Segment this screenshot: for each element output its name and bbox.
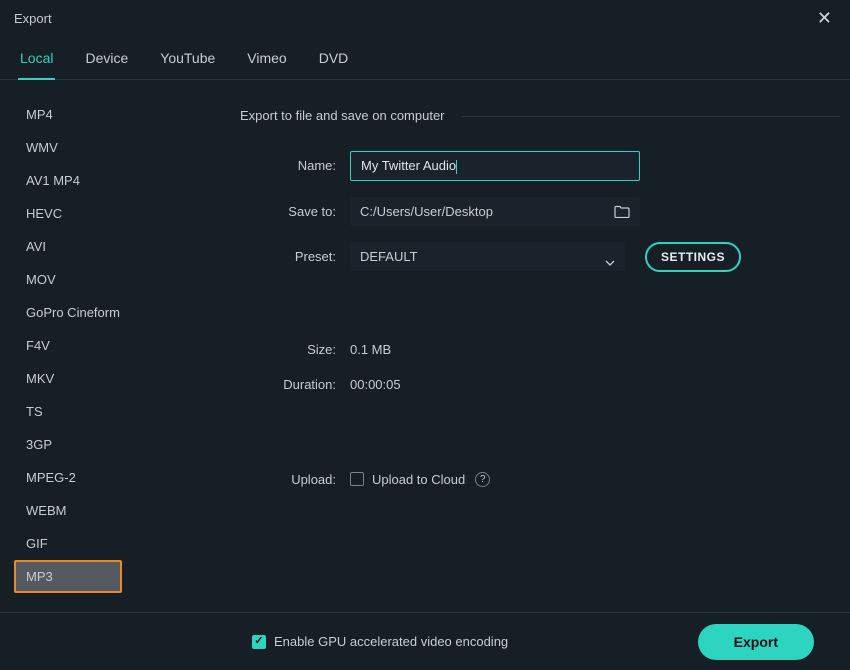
chevron-down-icon	[605, 254, 615, 260]
preset-row: Preset: DEFAULT SETTINGS	[240, 242, 810, 272]
duration-label: Duration:	[240, 377, 350, 392]
saveto-row: Save to: C:/Users/User/Desktop	[240, 197, 810, 226]
saveto-path[interactable]: C:/Users/User/Desktop	[350, 197, 640, 226]
format-item-mp4[interactable]: MP4	[14, 98, 208, 131]
format-item-gif[interactable]: GIF	[14, 527, 208, 560]
tab-dvd[interactable]: DVD	[317, 42, 351, 79]
format-item-ts[interactable]: TS	[14, 395, 208, 428]
format-sidebar: MP4 WMV AV1 MP4 HEVC AVI MOV GoPro Cinef…	[0, 80, 208, 620]
help-icon[interactable]: ?	[475, 472, 490, 487]
info-block: Size: 0.1 MB Duration: 00:00:05	[240, 342, 810, 392]
section-heading: Export to file and save on computer	[240, 108, 810, 123]
window-title: Export	[14, 11, 52, 26]
format-item-mkv[interactable]: MKV	[14, 362, 208, 395]
duration-value: 00:00:05	[350, 377, 401, 392]
name-input[interactable]: My Twitter Audio	[350, 151, 640, 181]
upload-checkbox-label: Upload to Cloud	[372, 472, 465, 487]
preset-label: Preset:	[240, 249, 350, 264]
footer: Enable GPU accelerated video encoding Ex…	[0, 612, 850, 670]
name-value: My Twitter Audio	[361, 158, 456, 173]
format-item-f4v[interactable]: F4V	[14, 329, 208, 362]
format-item-webm[interactable]: WEBM	[14, 494, 208, 527]
tab-device[interactable]: Device	[83, 42, 130, 79]
format-item-mpeg2[interactable]: MPEG-2	[14, 461, 208, 494]
settings-button[interactable]: SETTINGS	[645, 242, 741, 272]
gpu-label: Enable GPU accelerated video encoding	[274, 634, 508, 649]
gpu-row: Enable GPU accelerated video encoding	[252, 634, 508, 649]
format-item-gopro[interactable]: GoPro Cineform	[14, 296, 208, 329]
format-item-mp3[interactable]: MP3	[14, 560, 122, 593]
format-item-avi[interactable]: AVI	[14, 230, 208, 263]
gpu-checkbox[interactable]	[252, 635, 266, 649]
tab-youtube[interactable]: YouTube	[158, 42, 217, 79]
close-icon[interactable]: ✕	[813, 7, 836, 29]
tab-local[interactable]: Local	[18, 42, 55, 80]
format-item-mov[interactable]: MOV	[14, 263, 208, 296]
size-value: 0.1 MB	[350, 342, 391, 357]
preset-select[interactable]: DEFAULT	[350, 242, 625, 271]
tab-vimeo[interactable]: Vimeo	[245, 42, 288, 79]
name-label: Name:	[240, 158, 350, 173]
export-button[interactable]: Export	[698, 624, 814, 660]
titlebar: Export ✕	[0, 0, 850, 32]
format-item-hevc[interactable]: HEVC	[14, 197, 208, 230]
saveto-label: Save to:	[240, 204, 350, 219]
format-item-av1mp4[interactable]: AV1 MP4	[14, 164, 208, 197]
upload-label: Upload:	[240, 472, 350, 487]
text-caret	[456, 160, 457, 174]
upload-checkbox[interactable]	[350, 472, 364, 486]
content: MP4 WMV AV1 MP4 HEVC AVI MOV GoPro Cinef…	[0, 80, 850, 620]
main-panel: Export to file and save on computer Name…	[208, 80, 850, 620]
size-label: Size:	[240, 342, 350, 357]
name-row: Name: My Twitter Audio	[240, 151, 810, 181]
format-item-wmv[interactable]: WMV	[14, 131, 208, 164]
saveto-value: C:/Users/User/Desktop	[360, 204, 493, 219]
duration-row: Duration: 00:00:05	[240, 377, 810, 392]
preset-value: DEFAULT	[360, 249, 418, 264]
format-item-3gp[interactable]: 3GP	[14, 428, 208, 461]
tabbar: Local Device YouTube Vimeo DVD	[0, 32, 850, 80]
upload-row: Upload: Upload to Cloud ?	[240, 472, 810, 487]
size-row: Size: 0.1 MB	[240, 342, 810, 357]
folder-icon[interactable]	[614, 205, 630, 218]
